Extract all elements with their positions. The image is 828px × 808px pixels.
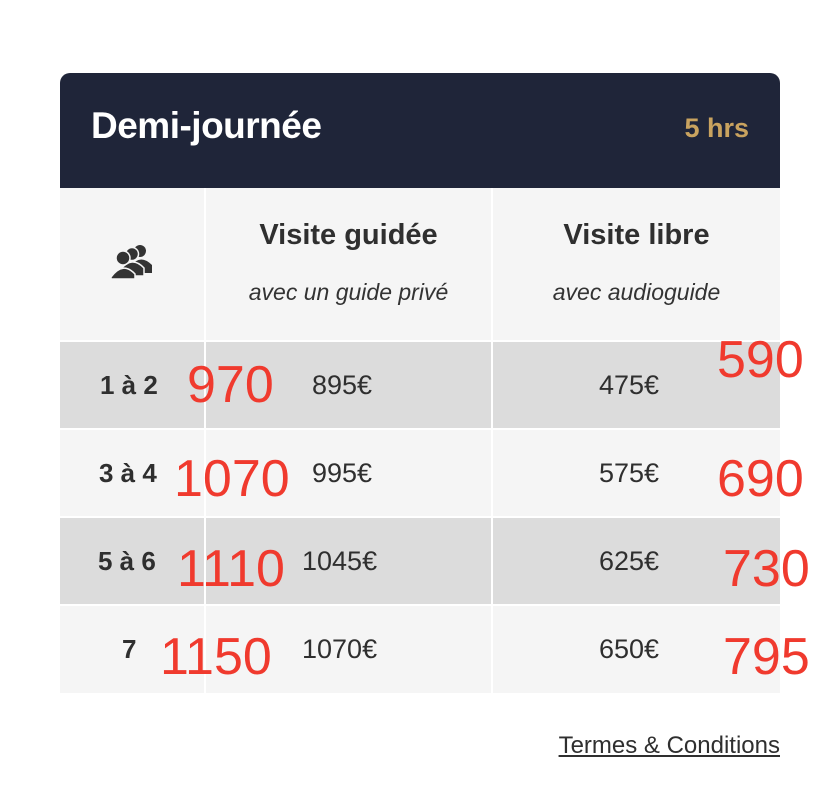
terms-conditions-link[interactable]: Termes & Conditions [559, 732, 780, 760]
free-tour-subtitle: avec audioguide [552, 279, 721, 305]
group-size-label: 5 à 6 [98, 545, 156, 576]
annotation-free-price: 590 [717, 331, 804, 389]
pricing-header: Demi-journée 5 hrs [60, 73, 780, 188]
annotation-guided-price: 1150 [160, 628, 272, 686]
annotation-free-price: 795 [723, 628, 810, 686]
group-size-label: 7 [122, 634, 137, 664]
group-size-label: 3 à 4 [99, 457, 157, 488]
guided-tour-subtitle: avec un guide privé [248, 279, 449, 305]
annotation-guided-price: 1110 [177, 540, 285, 598]
guided-price: 1070€ [302, 634, 378, 664]
guided-price: 895€ [312, 369, 373, 400]
annotation-free-price: 730 [723, 540, 810, 598]
table-row-group: 1 à 2 [60, 340, 204, 428]
tour-duration: 5 hrs [684, 113, 749, 143]
free-tour-header: Visite libre avec audioguide [491, 188, 780, 340]
annotation-guided-price: 970 [187, 356, 274, 414]
pricing-card: Demi-journée 5 hrs Visite guidée avec un… [60, 73, 780, 693]
group-size-header [60, 188, 204, 340]
guided-price: 1045€ [302, 545, 378, 576]
free-tour-title: Visite libre [563, 219, 710, 251]
annotation-guided-price: 1070 [174, 450, 290, 508]
group-size-label: 1 à 2 [100, 369, 158, 400]
free-price: 625€ [599, 545, 660, 576]
annotation-free-price: 690 [717, 450, 804, 508]
free-price: 575€ [599, 457, 660, 488]
free-price: 650€ [599, 634, 660, 664]
free-price: 475€ [599, 369, 660, 400]
pricing-table: Visite guidée avec un guide privé Visite… [60, 188, 780, 693]
guided-tour-header: Visite guidée avec un guide privé [204, 188, 491, 340]
guided-tour-title: Visite guidée [259, 219, 438, 251]
tour-title: Demi-journée [91, 105, 322, 146]
group-people-icon [110, 245, 152, 279]
guided-price: 995€ [312, 457, 373, 488]
